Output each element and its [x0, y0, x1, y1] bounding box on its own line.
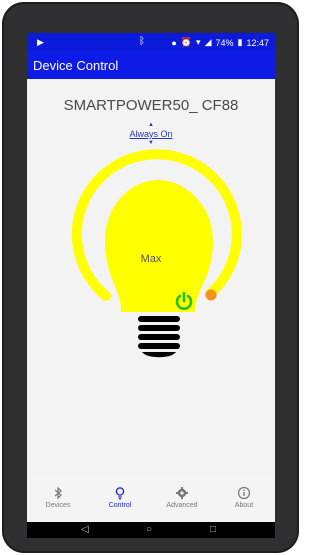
- level-label: Max: [140, 253, 162, 265]
- nav-control[interactable]: Control: [89, 486, 151, 509]
- system-nav-bar: ◁ ○ □: [27, 522, 275, 538]
- bulb-base-stripe: [138, 343, 180, 349]
- bluetooth-icon: [27, 486, 89, 500]
- level-ring-handle[interactable]: [205, 289, 217, 301]
- nav-about[interactable]: About: [213, 486, 275, 509]
- power-icon[interactable]: [174, 291, 194, 311]
- nav-label: Advanced: [166, 502, 198, 509]
- bottom-nav: Devices Control Advanced About: [27, 478, 275, 522]
- nav-devices[interactable]: Devices: [27, 486, 89, 509]
- bulb-glass[interactable]: [105, 180, 213, 312]
- bulb-base-tip: [142, 352, 176, 358]
- gear-icon: [151, 486, 213, 500]
- bulb-base-stripe: [138, 316, 180, 322]
- nav-advanced[interactable]: Advanced: [151, 486, 213, 509]
- bulb-base-stripe: [138, 334, 180, 340]
- screen: ▶ ᛒ ● ⏰ ▾ ◢ 74% ▮ 12:47 Device Control S…: [27, 33, 275, 538]
- nav-label: About: [234, 502, 254, 509]
- info-icon: [213, 486, 275, 500]
- home-icon[interactable]: ○: [146, 524, 152, 535]
- recents-icon[interactable]: □: [210, 524, 216, 535]
- phone-frame: ▶ ᛒ ● ⏰ ▾ ◢ 74% ▮ 12:47 Device Control S…: [2, 2, 299, 553]
- nav-label: Control: [108, 502, 132, 509]
- bulb-icon: [89, 486, 151, 500]
- bulb-base-stripe: [138, 325, 180, 331]
- back-icon[interactable]: ◁: [81, 524, 89, 535]
- bulb-control: [71, 149, 242, 358]
- nav-label: Devices: [45, 502, 71, 509]
